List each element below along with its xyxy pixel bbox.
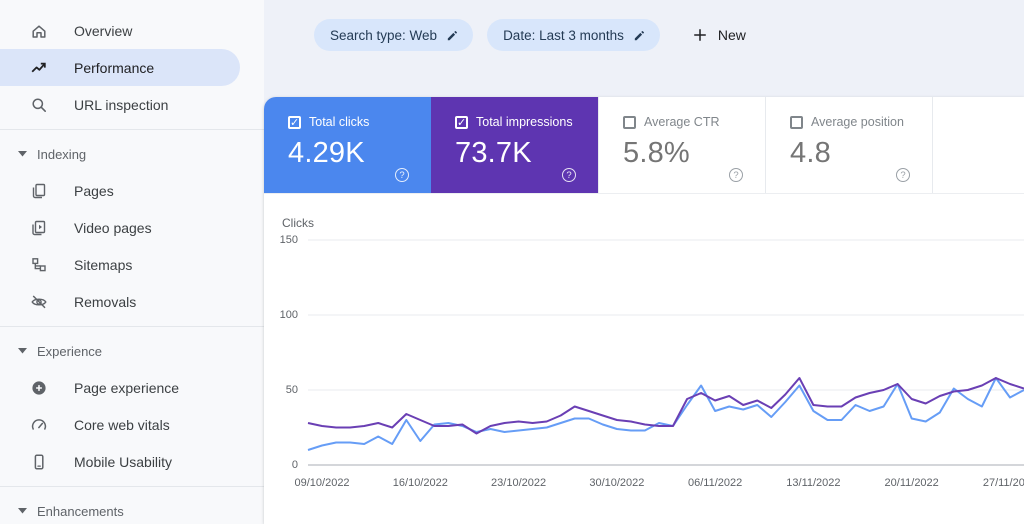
sidebar-item-label: Pages [74,183,114,199]
checkbox-checked-icon[interactable]: ✓ [288,116,301,129]
metric-value: 4.8 [790,137,932,170]
sidebar-item-url-inspection[interactable]: URL inspection [0,86,240,123]
chevron-down-icon [18,151,27,157]
metric-label: Average CTR [644,115,720,129]
cards-filler [932,97,1024,193]
date-range-chip[interactable]: Date: Last 3 months [487,19,660,51]
y-axis-tick: 50 [286,384,298,396]
section-header-label: Enhancements [37,504,124,519]
home-icon [30,22,48,40]
sidebar-item-removals[interactable]: Removals [0,283,240,320]
metric-card-total-clicks[interactable]: ✓ Total clicks 4.29K ? [264,97,431,193]
metric-value: 5.8% [623,137,765,170]
sidebar: Overview Performance URL inspection Inde… [0,0,264,524]
sidebar-item-label: Sitemaps [74,257,132,273]
sidebar-item-label: Page experience [74,380,179,396]
sidebar-divider [0,129,264,130]
sidebar-item-label: Performance [74,60,154,76]
sidebar-item-label: URL inspection [74,97,168,113]
help-icon[interactable]: ? [729,168,743,182]
sitemaps-icon [30,256,48,274]
checkbox-unchecked-icon[interactable] [623,116,636,129]
sidebar-item-sitemaps[interactable]: Sitemaps [0,246,240,283]
search-type-chip-label: Search type: Web [330,28,437,43]
plus-icon [692,27,708,43]
sidebar-item-video-pages[interactable]: Video pages [0,209,240,246]
search-console-app: Overview Performance URL inspection Inde… [0,0,1024,524]
sidebar-item-label: Core web vitals [74,417,170,433]
y-axis-tick: 100 [280,309,298,321]
x-axis-tick: 30/10/2022 [589,477,644,489]
sidebar-item-label: Video pages [74,220,152,236]
x-axis-tick: 27/11/2022 [983,477,1024,489]
eye-off-icon [30,293,48,311]
sidebar-item-label: Removals [74,294,136,310]
x-axis-tick: 06/11/2022 [688,477,742,489]
sidebar-item-label: Mobile Usability [74,454,172,470]
chevron-down-icon [18,508,27,514]
metric-label: Total clicks [309,115,369,129]
x-axis-tick: 20/11/2022 [885,477,939,489]
sidebar-item-mobile-usability[interactable]: Mobile Usability [0,443,240,480]
sidebar-section-experience[interactable]: Experience [0,333,264,369]
main-content: Search type: Web Date: Last 3 months New [264,0,1024,524]
sidebar-item-pages[interactable]: Pages [0,172,240,209]
sidebar-divider [0,326,264,327]
sidebar-item-performance[interactable]: Performance [0,49,240,86]
sidebar-item-page-experience[interactable]: Page experience [0,369,240,406]
search-icon [30,96,48,114]
y-axis-labels: 150 100 50 0 [264,232,308,494]
sidebar-item-core-web-vitals[interactable]: Core web vitals [0,406,240,443]
line-chart-svg [308,232,1024,470]
metric-label: Total impressions [476,115,573,129]
checkbox-checked-icon[interactable]: ✓ [455,116,468,129]
edit-pencil-icon [446,29,459,42]
sidebar-section-enhancements[interactable]: Enhancements [0,493,264,524]
metric-value: 73.7K [455,137,598,170]
search-type-chip[interactable]: Search type: Web [314,19,473,51]
sidebar-item-overview[interactable]: Overview [0,12,240,49]
x-axis-tick: 09/10/2022 [295,477,350,489]
checkbox-unchecked-icon[interactable] [790,116,803,129]
performance-chart: Clicks 150 100 50 0 09/10/2022 16/10/2022 23/… [264,194,1024,494]
section-header-label: Indexing [37,147,86,162]
x-axis-tick: 16/10/2022 [393,477,448,489]
y-axis-title: Clicks [282,216,1024,232]
chart-plot-area[interactable]: 09/10/202216/10/202223/10/202230/10/2022… [308,232,1024,494]
y-axis-tick: 150 [280,234,298,246]
metric-card-average-ctr[interactable]: Average CTR 5.8% ? [598,97,765,193]
x-axis-tick: 13/11/2022 [786,477,840,489]
pages-icon [30,182,48,200]
y-axis-tick: 0 [292,459,298,471]
metric-card-total-impressions[interactable]: ✓ Total impressions 73.7K ? [431,97,598,193]
metric-label: Average position [811,115,904,129]
performance-icon [30,59,48,77]
speedometer-icon [30,416,48,434]
performance-panel: ✓ Total clicks 4.29K ? ✓ Total impressio… [264,97,1024,524]
video-pages-icon [30,219,48,237]
new-filter-button[interactable]: New [684,19,754,51]
filter-bar: Search type: Web Date: Last 3 months New [264,0,1024,97]
mobile-icon [30,453,48,471]
help-icon[interactable]: ? [562,168,576,182]
help-icon[interactable]: ? [896,168,910,182]
chevron-down-icon [18,348,27,354]
edit-pencil-icon [633,29,646,42]
x-axis-tick: 23/10/2022 [491,477,546,489]
metric-card-average-position[interactable]: Average position 4.8 ? [765,97,932,193]
sidebar-divider [0,486,264,487]
sidebar-item-label: Overview [74,23,132,39]
metric-cards-row: ✓ Total clicks 4.29K ? ✓ Total impressio… [264,97,1024,194]
help-icon[interactable]: ? [395,168,409,182]
date-range-chip-label: Date: Last 3 months [503,28,624,43]
new-filter-label: New [718,27,746,43]
add-circle-icon [30,379,48,397]
section-header-label: Experience [37,344,102,359]
metric-value: 4.29K [288,137,431,170]
sidebar-section-indexing[interactable]: Indexing [0,136,264,172]
